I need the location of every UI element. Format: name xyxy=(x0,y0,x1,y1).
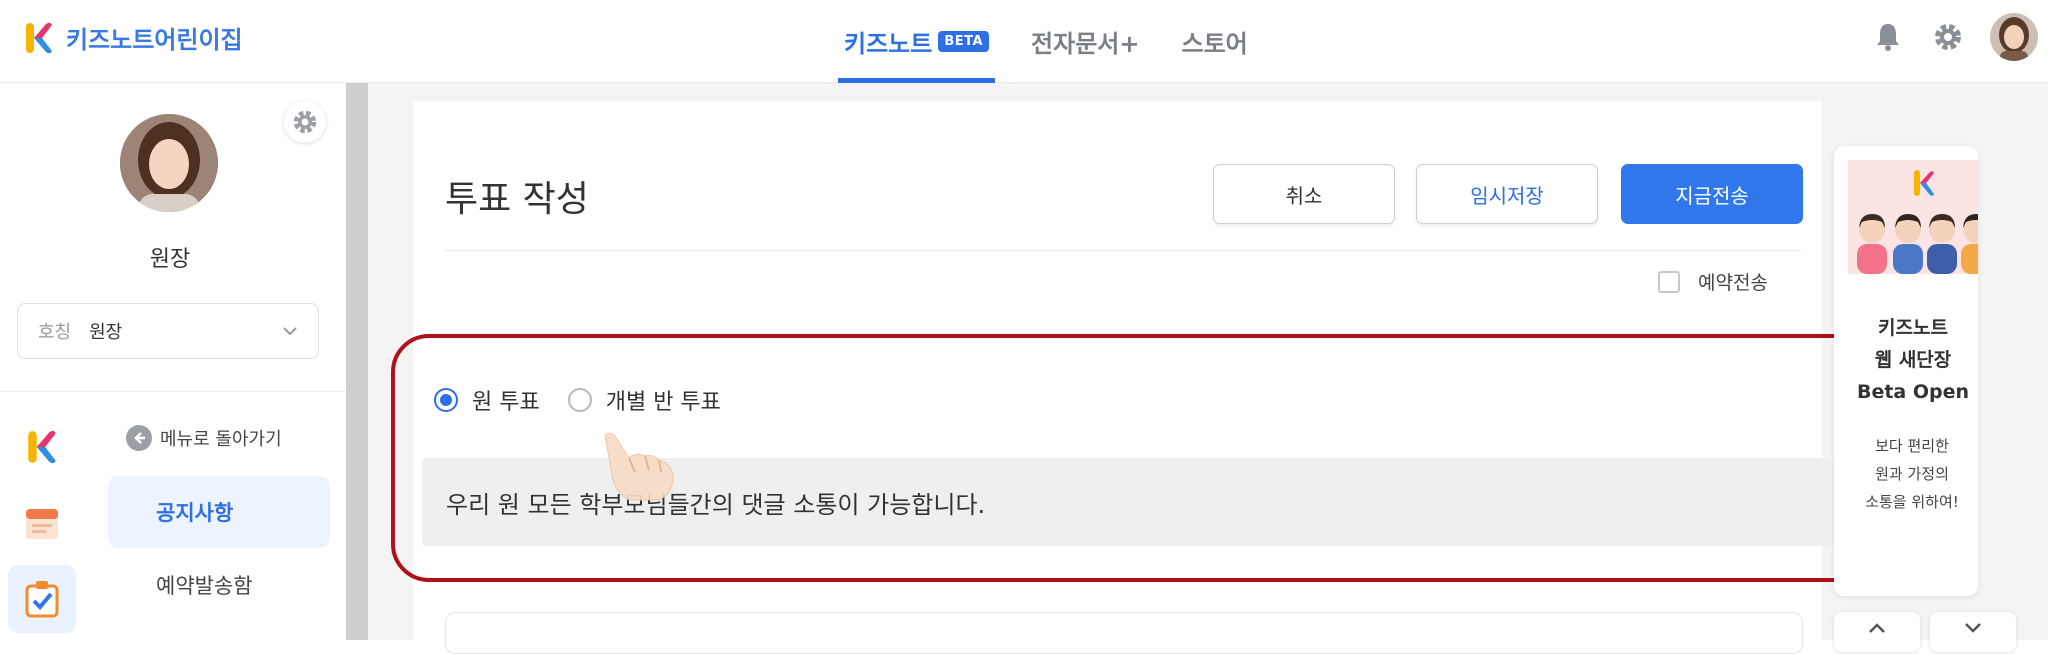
app-name: 키즈노트어린이집 xyxy=(66,26,243,54)
chevron-down-icon xyxy=(283,327,297,336)
save-draft-button[interactable]: 임시저장 xyxy=(1416,164,1598,224)
checkbox-icon xyxy=(25,581,59,618)
promo-title-line: 웹 새단장 xyxy=(1874,349,1952,371)
promo-body-line: 소통을 위하여! xyxy=(1865,493,1959,511)
hand-pointer-icon xyxy=(604,432,674,501)
promo-body-line: 보다 편리한 xyxy=(1875,437,1949,455)
app-switcher xyxy=(8,413,76,641)
promo-body: 보다 편리한 원과 가정의 소통을 위하여! xyxy=(1834,432,1978,516)
send-now-button[interactable]: 지금전송 xyxy=(1621,164,1803,224)
next-section-card xyxy=(445,612,1803,654)
promo-card[interactable]: 키즈노트 웹 새단장 Beta Open 보다 편리한 원과 가정의 소통을 위… xyxy=(1834,146,1978,596)
chevron-up-icon xyxy=(1869,623,1885,633)
sidebar-scrollbar[interactable] xyxy=(346,83,368,640)
menu-back-link[interactable]: 메뉴로 돌아가기 xyxy=(126,425,282,451)
nav-tab-kidsnote[interactable]: 키즈노트 BETA xyxy=(838,0,996,83)
promo-title-line: 키즈노트 xyxy=(1878,317,1948,339)
beta-badge: BETA xyxy=(938,30,990,52)
nav-tab-store[interactable]: 스토어 xyxy=(1175,0,1253,82)
promo-illustration xyxy=(1848,160,1978,274)
chevron-down-icon xyxy=(1965,623,1981,633)
promo-title: 키즈노트 웹 새단장 Beta Open xyxy=(1834,312,1978,408)
bell-icon[interactable] xyxy=(1868,17,1908,57)
header-actions xyxy=(1848,13,2038,61)
user-avatar[interactable] xyxy=(1990,13,2038,61)
left-sidebar: 원장 호칭 원장 메뉴로 돌아가기 공지사항 예약발송함 xyxy=(0,83,346,640)
sidebar-item-notice[interactable]: 공지사항 xyxy=(108,476,330,548)
kidsnote-logo-icon xyxy=(28,430,56,464)
title-select-label: 호칭 xyxy=(38,322,72,343)
nav-tab-kidsnote-label: 키즈노트 xyxy=(844,29,933,58)
menu-back-label: 메뉴로 돌아가기 xyxy=(160,429,282,450)
promo-body-line: 원과 가정의 xyxy=(1875,465,1949,483)
sidebar-divider xyxy=(0,391,346,392)
reserve-send-option[interactable]: 예약전송 xyxy=(1658,268,1768,295)
scroll-down-button[interactable] xyxy=(1930,612,2016,652)
profile-name: 원장 xyxy=(149,247,191,272)
scroll-up-button[interactable] xyxy=(1834,612,1920,652)
profile-settings-gear-icon[interactable] xyxy=(284,101,326,143)
sidebar-item-reserved[interactable]: 예약발송함 xyxy=(108,549,330,621)
arrow-left-icon xyxy=(126,425,152,451)
card-divider xyxy=(445,250,1801,251)
top-header: 키즈노트어린이집 키즈노트 BETA 전자문서+ 스토어 xyxy=(0,0,2048,83)
nav-tab-edocs[interactable]: 전자문서+ xyxy=(1025,0,1145,82)
title-select[interactable]: 호칭 원장 xyxy=(17,303,319,359)
reserve-send-checkbox[interactable] xyxy=(1658,270,1680,293)
kidsnote-logo-icon xyxy=(26,22,52,53)
reserve-send-label: 예약전송 xyxy=(1698,272,1768,294)
cancel-button[interactable]: 취소 xyxy=(1213,164,1395,224)
main-nav: 키즈노트 BETA 전자문서+ 스토어 xyxy=(838,0,1284,83)
title-select-value: 원장 xyxy=(89,322,123,343)
promo-title-line: Beta Open xyxy=(1856,381,1970,403)
app-calendar[interactable] xyxy=(8,489,76,557)
app-vote[interactable] xyxy=(8,565,76,633)
page-title: 투표 작성 xyxy=(445,179,589,220)
app-kidsnote[interactable] xyxy=(8,413,76,481)
app-logo[interactable]: 키즈노트어린이집 xyxy=(24,20,243,55)
profile-photo xyxy=(120,114,218,212)
gear-icon[interactable] xyxy=(1928,17,1968,57)
calendar-icon xyxy=(26,509,58,539)
